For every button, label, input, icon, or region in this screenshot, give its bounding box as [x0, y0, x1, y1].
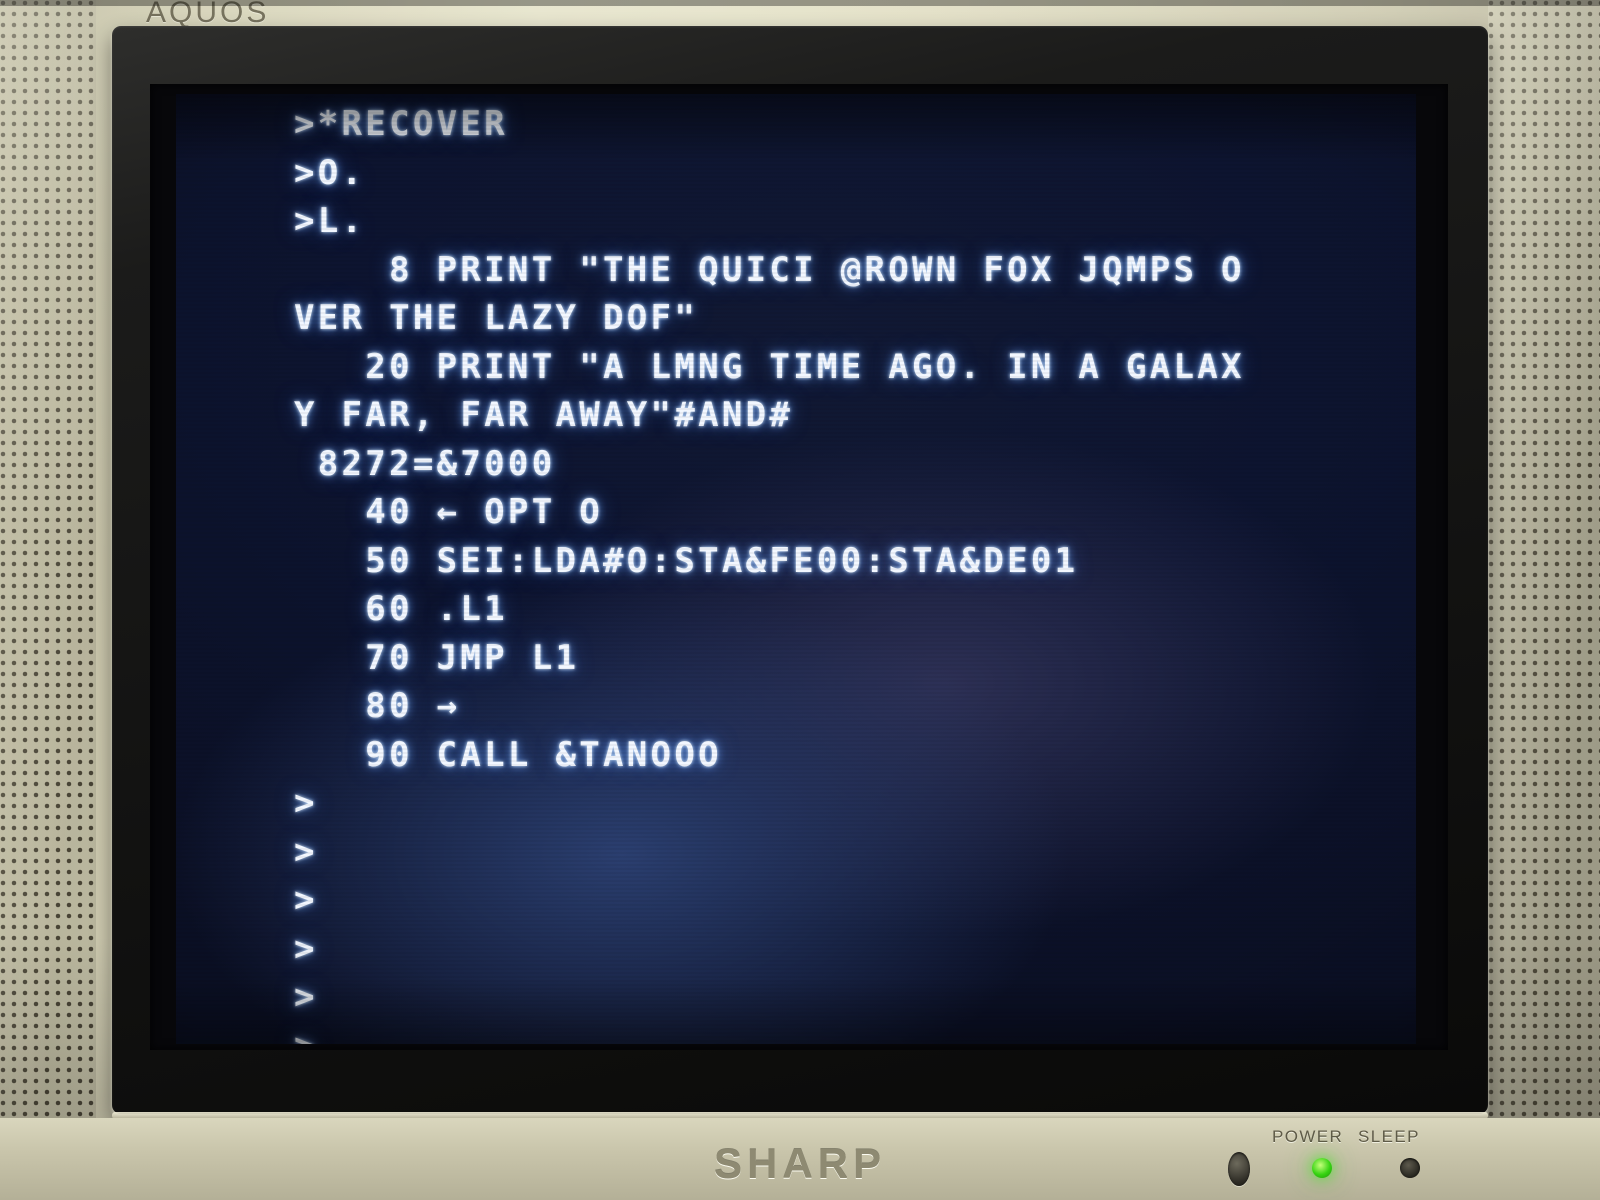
- remote-sensor-icon: [1228, 1152, 1250, 1186]
- console-line: 20 PRINT "A LMNG TIME AGO. IN A GALAX: [294, 346, 1245, 387]
- console-line: >: [294, 880, 318, 920]
- sleep-led-label: SLEEP: [1358, 1127, 1420, 1146]
- console-line: >*RECOVER: [294, 104, 508, 144]
- photo-edge-shadow: [0, 0, 1600, 6]
- console-line: 8 PRINT "THE QUICI @ROWN FOX JQMPS O: [294, 249, 1245, 290]
- speaker-grille-right: [1488, 0, 1600, 1200]
- console-line: >O.: [294, 152, 366, 193]
- console-line: 80 →: [294, 686, 461, 726]
- photograph-of-monitor: AQUOS >*RECOVER >O. >L. 8 PRINT "THE QUICI…: [0, 0, 1600, 1200]
- speaker-grille-left: [0, 0, 96, 1200]
- console-line: 60 .L1: [294, 589, 508, 629]
- sleep-led-indicator: [1400, 1158, 1420, 1178]
- console-line: 50 SEI:LDA#O:STA&FE00:STA&DE01: [294, 540, 1079, 581]
- console-line: >: [294, 783, 318, 823]
- console-line: 70 JMP L1: [294, 637, 580, 678]
- console-line: 8272=&7000: [294, 443, 556, 484]
- console-line: >L.: [294, 201, 366, 241]
- sharp-brand-logo: SHARP: [714, 1140, 887, 1187]
- power-led-label: POWER: [1272, 1127, 1344, 1146]
- console-text-area: >*RECOVER >O. >L. 8 PRINT "THE QUICI @ROWN…: [294, 100, 1416, 1044]
- console-line: 40 ← OPT O: [294, 492, 604, 532]
- console-line: >: [294, 928, 318, 969]
- power-led-indicator: [1312, 1158, 1332, 1178]
- display-screen: >*RECOVER >O. >L. 8 PRINT "THE QUICI @ROWN…: [176, 94, 1416, 1044]
- console-line: >: [294, 831, 318, 872]
- console-line: >: [294, 977, 318, 1017]
- console-line: VER THE LAZY DOF": [294, 298, 699, 338]
- console-line: Y FAR, FAR AWAY"#AND#: [294, 395, 794, 435]
- console-line: 90 CALL &TANOOO: [294, 734, 722, 775]
- console-line: >: [294, 1022, 1416, 1045]
